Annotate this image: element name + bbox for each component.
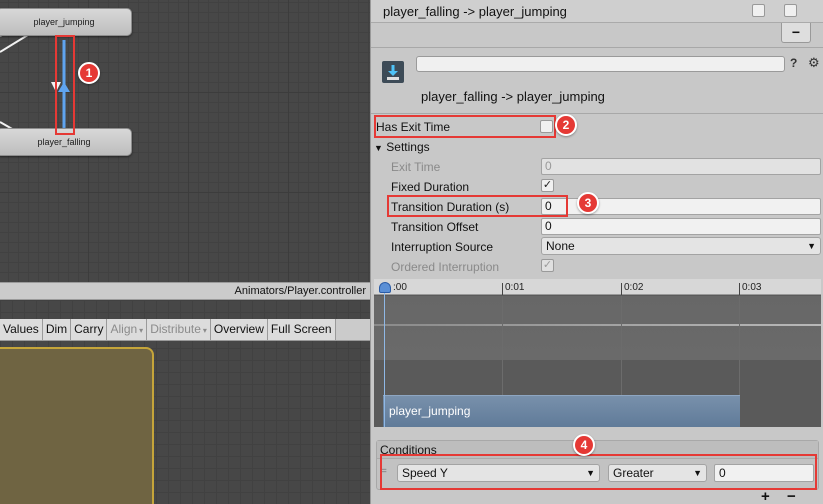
transition-icon xyxy=(382,61,404,83)
distribute-dropdown[interactable]: Distribute ▾ xyxy=(147,319,211,340)
animator-graph[interactable]: player_jumping player_falling 1 xyxy=(0,0,370,282)
controller-path: Animators/Player.controller xyxy=(0,282,370,300)
badge-1: 1 xyxy=(78,62,100,84)
tick-2 xyxy=(621,283,622,295)
tick-label-2: 0:02 xyxy=(624,282,644,293)
add-condition-button[interactable]: + xyxy=(761,489,770,504)
timeline-ruler: :00 0:01 0:02 0:03 xyxy=(374,279,821,295)
ordered-interruption-label: Ordered Interruption xyxy=(391,260,500,274)
settings-foldout[interactable]: ▼ Settings xyxy=(374,140,430,154)
transition-timeline[interactable]: :00 0:01 0:02 0:03 player_jumping xyxy=(374,279,821,427)
remove-transition-button[interactable]: − xyxy=(781,23,811,43)
transition-offset-label: Transition Offset xyxy=(391,220,479,234)
ordered-interruption-checkbox: ✓ xyxy=(541,259,554,272)
playhead-line xyxy=(384,284,385,427)
tick-label-1: 0:01 xyxy=(505,282,525,293)
source-state-track xyxy=(374,296,821,360)
transition-list-item[interactable]: player_falling -> player_jumping xyxy=(371,0,823,23)
solo-checkbox[interactable] xyxy=(752,4,765,17)
interruption-source-value: None xyxy=(546,239,575,253)
editor-toolbar: Values Dim Carry Align ▾ Distribute ▾ Over… xyxy=(0,319,370,341)
highlight-condition xyxy=(380,454,817,490)
tick-label-0: :00 xyxy=(393,282,407,293)
highlight-transition-duration xyxy=(387,195,568,217)
tick-1 xyxy=(502,283,503,295)
tick-label-3: 0:03 xyxy=(742,282,762,293)
values-button[interactable]: Values xyxy=(0,319,43,340)
overview-button[interactable]: Overview xyxy=(210,319,268,340)
transition-name-input[interactable] xyxy=(416,56,785,72)
transition-title: player_falling -> player_jumping xyxy=(421,89,605,104)
clip-bar[interactable]: player_jumping xyxy=(383,395,740,427)
chevron-down-icon: ▾ xyxy=(139,326,144,335)
exit-time-label: Exit Time xyxy=(391,160,441,174)
align-dropdown[interactable]: Align ▾ xyxy=(107,319,148,340)
transition-offset-input[interactable]: 0 xyxy=(541,218,821,235)
dim-button[interactable]: Dim xyxy=(42,319,72,340)
highlight-has-exit-time xyxy=(374,115,556,138)
interruption-source-dropdown[interactable]: None ▼ xyxy=(541,237,821,255)
gear-icon[interactable]: ⚙ xyxy=(808,55,820,71)
tick-3 xyxy=(739,283,740,295)
fixed-duration-label: Fixed Duration xyxy=(391,180,470,194)
align-label: Align xyxy=(110,322,138,336)
inspector-panel: player_falling -> player_jumping − ? ⚙ p… xyxy=(370,0,823,504)
badge-4: 4 xyxy=(573,434,595,456)
state-node-player-jumping[interactable]: player_jumping xyxy=(0,8,132,36)
distribute-label: Distribute xyxy=(150,322,201,336)
chevron-down-icon: ▼ xyxy=(807,241,816,251)
settings-label: Settings xyxy=(386,140,430,154)
fixed-duration-checkbox[interactable]: ✓ xyxy=(541,179,554,192)
badge-3: 3 xyxy=(577,192,599,214)
fullscreen-button[interactable]: Full Screen xyxy=(267,319,336,340)
exit-time-field: 0 xyxy=(541,158,821,175)
badge-2: 2 xyxy=(555,114,577,136)
divider xyxy=(371,47,823,48)
divider xyxy=(371,113,823,114)
mute-checkbox[interactable] xyxy=(784,4,797,17)
help-icon[interactable]: ? xyxy=(790,56,797,70)
remove-condition-button[interactable]: − xyxy=(787,489,796,504)
chevron-down-icon: ▾ xyxy=(202,326,207,335)
highlight-transition xyxy=(55,35,75,135)
playhead-handle[interactable] xyxy=(379,282,391,293)
transition-list-title: player_falling -> player_jumping xyxy=(383,4,567,19)
curve-line xyxy=(374,324,821,326)
triangle-down-icon: ▼ xyxy=(374,143,383,153)
selected-node-block[interactable] xyxy=(0,347,154,504)
carry-button[interactable]: Carry xyxy=(71,319,108,340)
editor-panel[interactable]: Values Dim Carry Align ▾ Distribute ▾ Over… xyxy=(0,300,370,504)
interruption-source-label: Interruption Source xyxy=(391,240,494,254)
